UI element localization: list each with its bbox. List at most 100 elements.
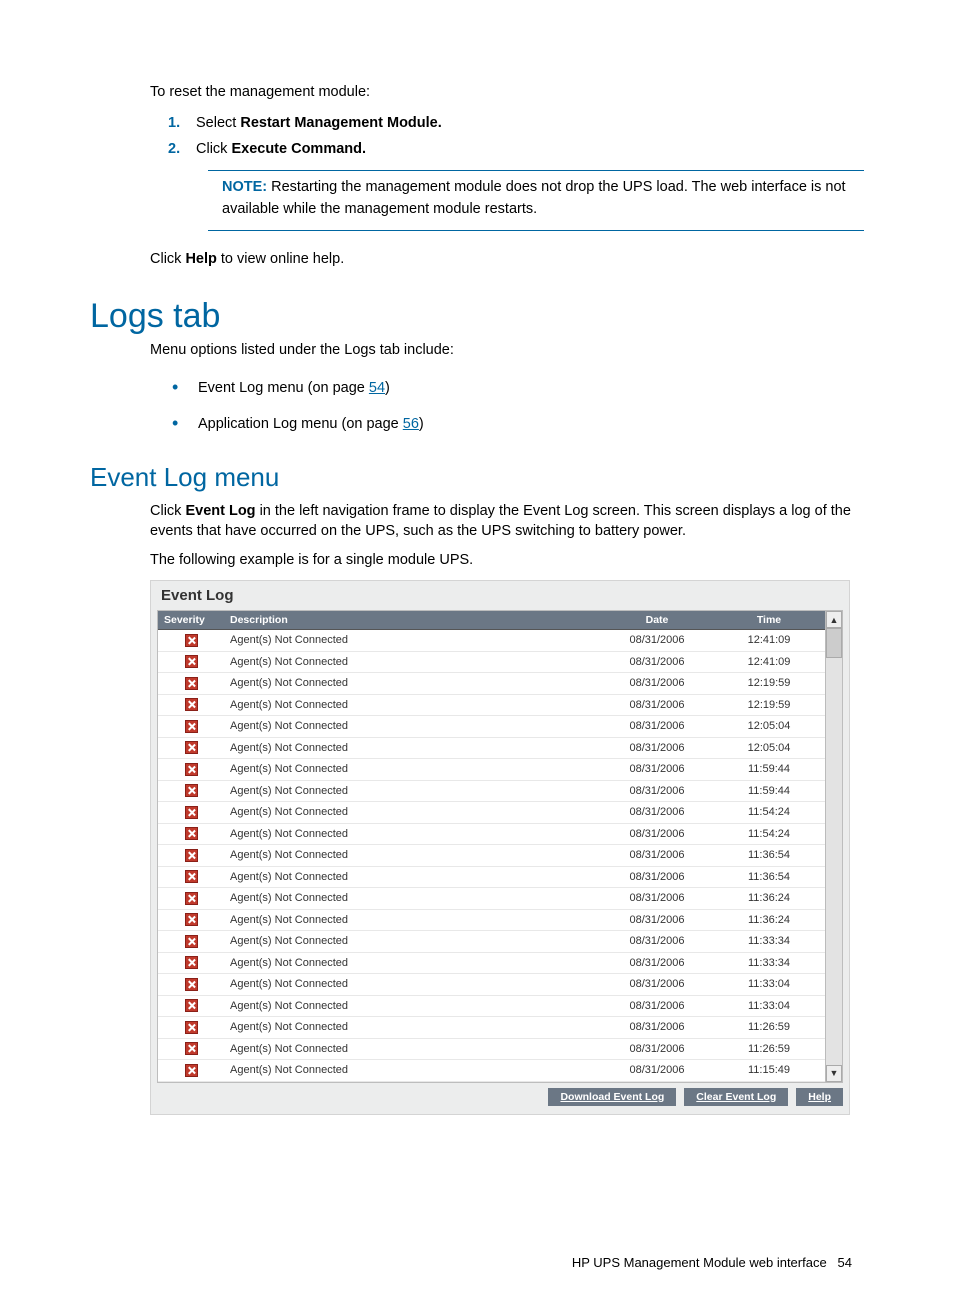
error-icon xyxy=(185,956,198,969)
table-row: Agent(s) Not Connected08/31/200611:36:54 xyxy=(158,845,825,867)
bullet-app-log: Application Log menu (on page 56) xyxy=(172,404,864,440)
table-row: Agent(s) Not Connected08/31/200611:54:24 xyxy=(158,823,825,845)
logs-bullets: Event Log menu (on page 54) Application … xyxy=(90,368,864,440)
scrollbar[interactable]: ▲ ▼ xyxy=(825,611,842,1082)
time-cell: 11:54:24 xyxy=(713,802,825,824)
date-cell: 08/31/2006 xyxy=(601,823,713,845)
reset-steps: Select Restart Management Module. Click … xyxy=(90,110,864,162)
severity-cell xyxy=(158,866,224,888)
time-cell: 11:33:04 xyxy=(713,995,825,1017)
severity-cell xyxy=(158,759,224,781)
severity-cell xyxy=(158,823,224,845)
scroll-down-button[interactable]: ▼ xyxy=(826,1065,842,1082)
error-icon xyxy=(185,870,198,883)
th-date[interactable]: Date xyxy=(601,611,713,630)
description-cell: Agent(s) Not Connected xyxy=(224,630,601,652)
severity-cell xyxy=(158,737,224,759)
description-cell: Agent(s) Not Connected xyxy=(224,1038,601,1060)
table-row: Agent(s) Not Connected08/31/200612:19:59 xyxy=(158,673,825,695)
date-cell: 08/31/2006 xyxy=(601,909,713,931)
table-header-row: Severity Description Date Time xyxy=(158,611,825,630)
date-cell: 08/31/2006 xyxy=(601,716,713,738)
severity-cell xyxy=(158,673,224,695)
description-cell: Agent(s) Not Connected xyxy=(224,694,601,716)
clear-event-log-button[interactable]: Clear Event Log xyxy=(684,1088,788,1106)
bullet-event-log: Event Log menu (on page 54) xyxy=(172,368,864,404)
step-2: Click Execute Command. xyxy=(168,136,864,162)
error-icon xyxy=(185,806,198,819)
time-cell: 12:19:59 xyxy=(713,673,825,695)
help-button[interactable]: Help xyxy=(796,1088,843,1106)
th-severity[interactable]: Severity xyxy=(158,611,224,630)
error-icon xyxy=(185,999,198,1012)
time-cell: 12:05:04 xyxy=(713,737,825,759)
date-cell: 08/31/2006 xyxy=(601,694,713,716)
table-row: Agent(s) Not Connected08/31/200611:26:59 xyxy=(158,1038,825,1060)
table-row: Agent(s) Not Connected08/31/200612:05:04 xyxy=(158,716,825,738)
table-row: Agent(s) Not Connected08/31/200611:36:24 xyxy=(158,888,825,910)
error-icon xyxy=(185,913,198,926)
table-row: Agent(s) Not Connected08/31/200611:36:54 xyxy=(158,866,825,888)
time-cell: 11:59:44 xyxy=(713,759,825,781)
severity-cell xyxy=(158,888,224,910)
table-row: Agent(s) Not Connected08/31/200612:19:59 xyxy=(158,694,825,716)
step-1: Select Restart Management Module. xyxy=(168,110,864,136)
reset-intro: To reset the management module: xyxy=(90,82,864,102)
th-description[interactable]: Description xyxy=(224,611,601,630)
table-row: Agent(s) Not Connected08/31/200611:59:44 xyxy=(158,780,825,802)
event-log-table: Severity Description Date Time Agent(s) … xyxy=(158,611,825,1082)
time-cell: 12:19:59 xyxy=(713,694,825,716)
description-cell: Agent(s) Not Connected xyxy=(224,995,601,1017)
screenshot-title: Event Log xyxy=(151,581,849,610)
table-row: Agent(s) Not Connected08/31/200611:33:34 xyxy=(158,952,825,974)
event-log-heading: Event Log menu xyxy=(90,462,864,493)
date-cell: 08/31/2006 xyxy=(601,673,713,695)
table-row: Agent(s) Not Connected08/31/200611:33:04 xyxy=(158,974,825,996)
date-cell: 08/31/2006 xyxy=(601,1060,713,1082)
error-icon xyxy=(185,1064,198,1077)
description-cell: Agent(s) Not Connected xyxy=(224,716,601,738)
date-cell: 08/31/2006 xyxy=(601,1017,713,1039)
link-page-56[interactable]: 56 xyxy=(403,416,419,432)
severity-cell xyxy=(158,651,224,673)
severity-cell xyxy=(158,952,224,974)
time-cell: 12:41:09 xyxy=(713,651,825,673)
error-icon xyxy=(185,784,198,797)
error-icon xyxy=(185,763,198,776)
table-row: Agent(s) Not Connected08/31/200612:41:09 xyxy=(158,651,825,673)
note-block: NOTE: Restarting the management module d… xyxy=(208,170,864,230)
error-icon xyxy=(185,1021,198,1034)
scroll-up-button[interactable]: ▲ xyxy=(826,611,842,628)
date-cell: 08/31/2006 xyxy=(601,952,713,974)
date-cell: 08/31/2006 xyxy=(601,931,713,953)
time-cell: 11:26:59 xyxy=(713,1017,825,1039)
download-event-log-button[interactable]: Download Event Log xyxy=(548,1088,676,1106)
severity-cell xyxy=(158,995,224,1017)
error-icon xyxy=(185,978,198,991)
description-cell: Agent(s) Not Connected xyxy=(224,888,601,910)
event-log-screenshot: Event Log Severity Description Date Time… xyxy=(150,580,850,1115)
description-cell: Agent(s) Not Connected xyxy=(224,737,601,759)
description-cell: Agent(s) Not Connected xyxy=(224,1017,601,1039)
severity-cell xyxy=(158,802,224,824)
event-log-p2: The following example is for a single mo… xyxy=(90,550,864,570)
scroll-track[interactable] xyxy=(826,628,842,1065)
error-icon xyxy=(185,698,198,711)
scroll-thumb[interactable] xyxy=(826,628,842,658)
th-time[interactable]: Time xyxy=(713,611,825,630)
error-icon xyxy=(185,741,198,754)
date-cell: 08/31/2006 xyxy=(601,888,713,910)
severity-cell xyxy=(158,1038,224,1060)
link-page-54[interactable]: 54 xyxy=(369,380,385,396)
severity-cell xyxy=(158,909,224,931)
table-row: Agent(s) Not Connected08/31/200611:15:49 xyxy=(158,1060,825,1082)
error-icon xyxy=(185,827,198,840)
description-cell: Agent(s) Not Connected xyxy=(224,780,601,802)
action-buttons: Download Event Log Clear Event Log Help xyxy=(151,1086,849,1114)
time-cell: 11:36:24 xyxy=(713,909,825,931)
time-cell: 12:05:04 xyxy=(713,716,825,738)
date-cell: 08/31/2006 xyxy=(601,759,713,781)
time-cell: 11:36:24 xyxy=(713,888,825,910)
table-row: Agent(s) Not Connected08/31/200612:41:09 xyxy=(158,630,825,652)
description-cell: Agent(s) Not Connected xyxy=(224,931,601,953)
